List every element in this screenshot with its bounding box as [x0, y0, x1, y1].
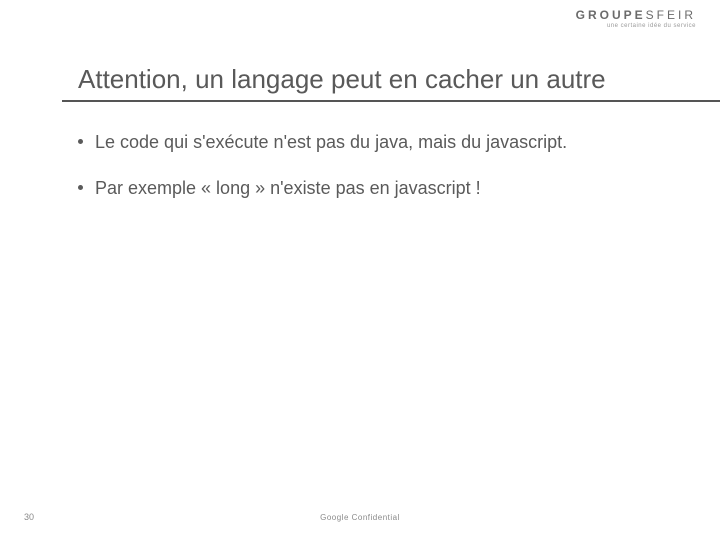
- bullet-dot-icon: [78, 139, 83, 144]
- logo-sub: une certaine idée du service: [576, 23, 696, 29]
- bullet-dot-icon: [78, 185, 83, 190]
- slide-title: Attention, un langage peut en cacher un …: [78, 64, 606, 95]
- bullet-text: Par exemple « long » n'existe pas en jav…: [95, 176, 660, 200]
- logo: GROUPESFEIR une certaine idée du service: [576, 8, 696, 29]
- footer-text: Google Confidential: [0, 513, 720, 522]
- slide: GROUPESFEIR une certaine idée du service…: [0, 0, 720, 540]
- logo-main: GROUPESFEIR: [576, 8, 696, 22]
- title-divider: [62, 100, 720, 102]
- bullet-item: Par exemple « long » n'existe pas en jav…: [78, 176, 660, 200]
- logo-text-b: SFEIR: [646, 8, 696, 22]
- bullet-item: Le code qui s'exécute n'est pas du java,…: [78, 130, 660, 154]
- content-area: Le code qui s'exécute n'est pas du java,…: [78, 130, 660, 223]
- bullet-text: Le code qui s'exécute n'est pas du java,…: [95, 130, 660, 154]
- logo-text-a: GROUPE: [576, 8, 646, 22]
